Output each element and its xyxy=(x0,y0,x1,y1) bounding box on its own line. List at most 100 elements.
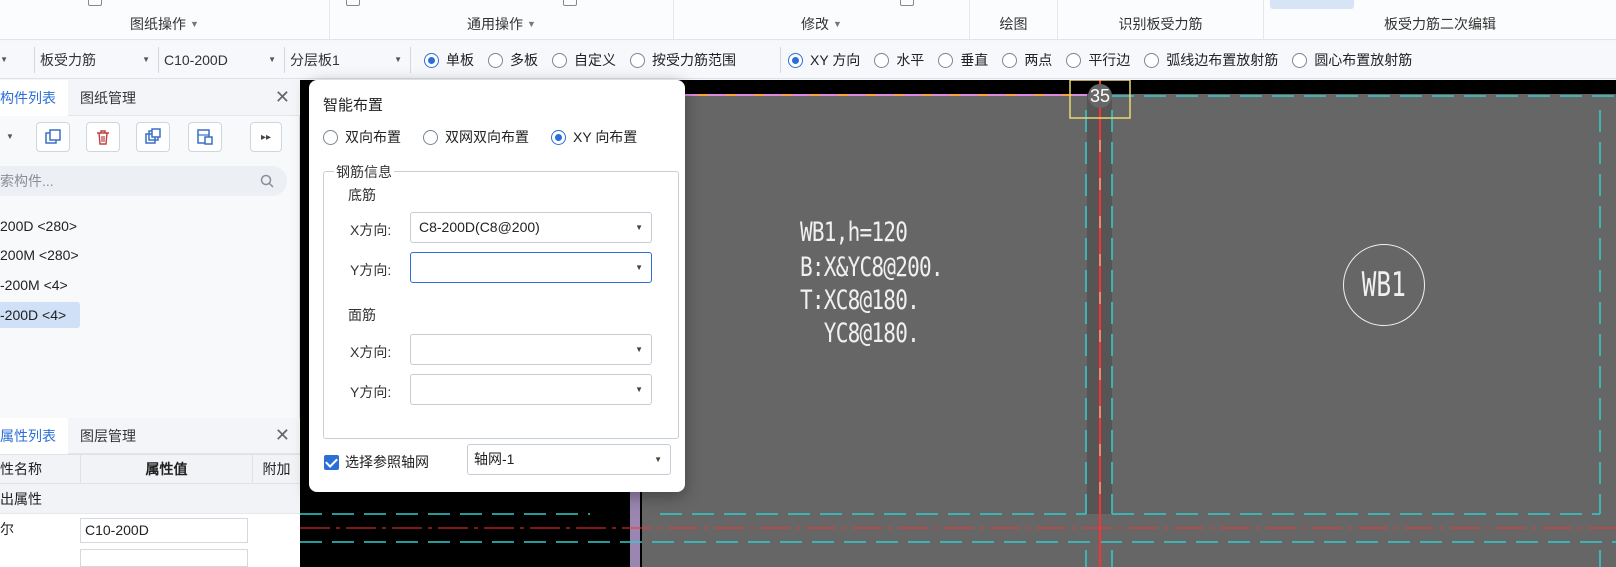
divider xyxy=(410,47,411,73)
radio-multi-board[interactable]: 多板 xyxy=(488,50,538,70)
tab-component-list[interactable]: 构件列表 xyxy=(0,79,68,116)
chevron-down-icon: ▼ xyxy=(833,19,842,29)
column-header-value: 属性值 xyxy=(80,455,252,483)
ribbon-group-drawing-ops[interactable]: 图纸操作 ▼ xyxy=(0,0,330,40)
chevron-down-icon: ▼ xyxy=(142,55,150,64)
component-tabs: 构件列表 图纸管理 ✕ xyxy=(0,79,300,116)
list-item[interactable]: 200M <280> xyxy=(0,242,93,268)
column-header-extra: 附加 xyxy=(252,455,300,483)
radio-center-radial[interactable]: 圆心布置放射筋 xyxy=(1292,50,1412,70)
layout-mode-group: 双向布置 双网双向布置 XY 向布置 xyxy=(323,127,659,147)
divider xyxy=(780,47,781,73)
chevron-down-icon: ▼ xyxy=(635,223,643,232)
type-select[interactable]: 板受力筋 ▼ xyxy=(36,47,156,73)
top-y-select[interactable]: ▼ xyxy=(410,374,652,405)
radio-label: 圆心布置放射筋 xyxy=(1314,52,1413,68)
board-mode-group: 单板 多板 自定义 按受力筋范围 xyxy=(424,41,750,79)
chevron-down-icon: ▼ xyxy=(635,385,643,394)
radio-custom[interactable]: 自定义 xyxy=(552,50,616,70)
toolbar-select-hidden[interactable]: ▼ xyxy=(0,47,14,73)
chevron-down-icon: ▼ xyxy=(635,263,643,272)
ref-axis-select[interactable]: 轴网-1 ▼ xyxy=(467,444,671,475)
chevron-down-icon: ▼ xyxy=(190,19,199,29)
radio-dot-icon xyxy=(488,52,503,68)
slab-annotation-line-2[interactable]: B:X&YC8@200. xyxy=(800,251,944,284)
radio-bidirectional[interactable]: 双向布置 xyxy=(323,127,401,147)
radio-label: 多板 xyxy=(510,52,538,68)
ribbon-group-identify[interactable]: 识别板受力筋 xyxy=(1058,0,1264,40)
layer-select-value: 分层板1 xyxy=(290,52,340,68)
ribbon-group-label: 绘图 xyxy=(999,16,1028,32)
radio-dot-icon xyxy=(552,52,567,68)
radio-parallel-edge[interactable]: 平行边 xyxy=(1066,50,1130,70)
slab-annotation-line-3[interactable]: T:XC8@180. xyxy=(800,284,920,317)
radio-vertical[interactable]: 垂直 xyxy=(938,50,988,70)
top-x-label: X方向: xyxy=(350,344,392,360)
rebar-select-value: C10-200D xyxy=(164,52,228,68)
dialog-title: 智能布置 xyxy=(323,97,384,114)
radio-horizontal[interactable]: 水平 xyxy=(874,50,924,70)
top-x-select[interactable]: ▼ xyxy=(410,334,652,365)
tab-layer-management[interactable]: 图层管理 xyxy=(68,418,148,454)
radio-double-net[interactable]: 双网双向布置 xyxy=(423,127,529,147)
close-icon[interactable]: ✕ xyxy=(275,426,290,444)
slab-annotation-line-1[interactable]: WB1,h=120 xyxy=(800,216,908,249)
top-y-label: Y方向: xyxy=(350,384,392,400)
radio-single-board[interactable]: 单板 xyxy=(424,50,474,70)
slab-tag-bubble[interactable]: WB1 xyxy=(1343,244,1425,326)
expand-icon[interactable]: ▸▸ xyxy=(250,122,282,152)
ref-axis-value: 轴网-1 xyxy=(474,451,515,467)
radio-arc-radial[interactable]: 弧线边布置放射筋 xyxy=(1144,50,1278,70)
layer-copy-icon[interactable] xyxy=(188,122,222,152)
list-item[interactable]: 200D <280> xyxy=(0,213,91,239)
property-group-basic[interactable]: 出属性 xyxy=(0,484,300,514)
close-icon[interactable]: ✕ xyxy=(275,88,290,106)
tab-drawing-management[interactable]: 图纸管理 xyxy=(68,80,148,116)
ribbon-group-draw[interactable]: 绘图 xyxy=(970,0,1058,40)
ribbon-group-general-ops[interactable]: 通用操作 ▼ xyxy=(330,0,674,40)
bottom-y-label: Y方向: xyxy=(350,262,392,278)
slab-tag-label: WB1 xyxy=(1361,265,1407,305)
radio-xy-layout[interactable]: XY 向布置 xyxy=(551,127,637,147)
component-search-input[interactable]: 索构件... xyxy=(0,166,287,196)
copy-icon[interactable] xyxy=(36,122,70,152)
delete-icon[interactable] xyxy=(86,122,120,152)
chevron-down-icon: ▼ xyxy=(394,55,402,64)
chevron-down-icon: ▼ xyxy=(268,55,276,64)
list-item-selected[interactable]: -200D <4> xyxy=(0,302,81,328)
rebar-select[interactable]: C10-200D ▼ xyxy=(160,47,282,73)
chevron-down-icon[interactable]: ▼ xyxy=(6,132,14,141)
radio-dot-icon xyxy=(1292,52,1308,68)
bottom-y-select[interactable]: ▼ xyxy=(410,252,652,283)
radio-label: XY 方向 xyxy=(810,52,861,68)
bottom-x-select[interactable]: C8-200D(C8@200) ▼ xyxy=(410,212,652,243)
chevron-down-icon: ▼ xyxy=(654,455,662,464)
slab-annotation-line-4[interactable]: YC8@180. xyxy=(800,317,920,350)
property-value-field[interactable] xyxy=(80,549,248,567)
search-icon[interactable] xyxy=(259,173,275,189)
tab-property-list[interactable]: 属性列表 xyxy=(0,417,68,454)
top-rebar-label: 面筋 xyxy=(348,307,376,323)
rebar-info-fieldset: 钢筋信息 底筋 X方向: C8-200D(C8@200) ▼ Y方向: ▼ 面筋 … xyxy=(323,162,679,439)
radio-label: 双网双向布置 xyxy=(445,129,529,145)
radio-by-rebar-range[interactable]: 按受力筋范围 xyxy=(630,50,736,70)
ribbon-group-modify[interactable]: 修改 ▼ xyxy=(674,0,970,40)
radio-label: 垂直 xyxy=(960,52,989,68)
property-tabs: 属性列表 图层管理 ✕ xyxy=(0,417,300,454)
layer-select[interactable]: 分层板1 ▼ xyxy=(286,47,408,73)
direction-mode-group: XY 方向 水平 垂直 两点 平行边 弧线边布置放射筋 圆心布置放射筋 xyxy=(788,41,1426,79)
property-name: 尔 xyxy=(0,521,14,537)
property-value-field[interactable]: C10-200D xyxy=(80,518,248,543)
list-item[interactable]: -200M <4> xyxy=(0,272,82,298)
radio-two-points[interactable]: 两点 xyxy=(1002,50,1052,70)
ribbon-group-secondary-edit[interactable]: 板受力筋二次编辑 xyxy=(1264,0,1616,40)
bottom-x-label: X方向: xyxy=(350,222,392,238)
left-panel: 构件列表 图纸管理 ✕ ▼ ▸▸ 索构件... 200D <280> 200M … xyxy=(0,79,300,567)
search-placeholder: 索构件... xyxy=(0,173,54,189)
radio-xy-direction[interactable]: XY 方向 xyxy=(788,50,860,70)
radio-label: 按受力筋范围 xyxy=(652,52,736,68)
radio-label: XY 向布置 xyxy=(573,129,638,145)
axis-number-label[interactable]: 35 xyxy=(1088,84,1112,108)
ref-axis-checkbox[interactable]: 选择参照轴网 xyxy=(324,452,429,472)
duplicate-icon[interactable] xyxy=(136,122,170,152)
